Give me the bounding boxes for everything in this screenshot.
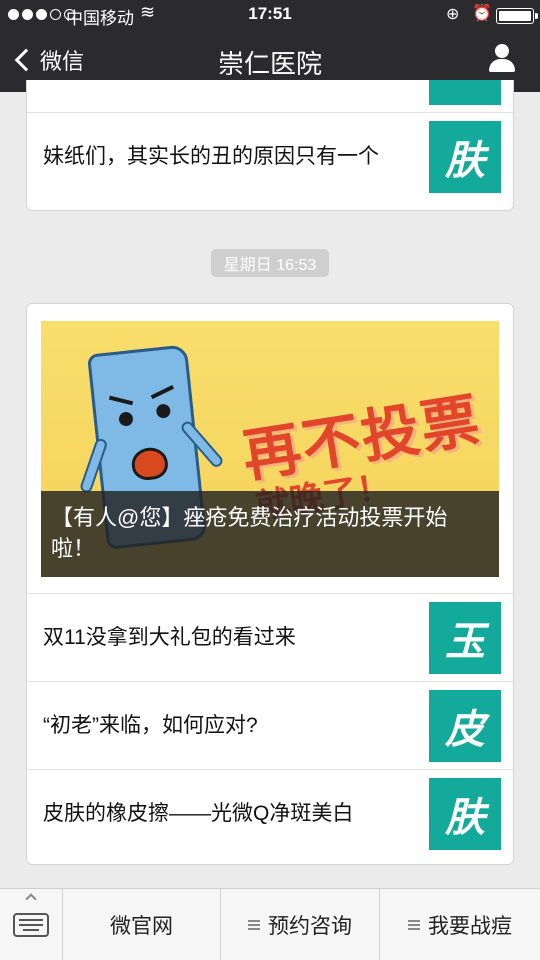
article-card: 再不投票 就晚了！ 【有人@您】痤疮免费治疗活动投票开始啦！ 双11没拿到大礼包… (26, 303, 514, 865)
article-thumbnail: 皮 (429, 690, 501, 762)
article-thumbnail (429, 80, 501, 105)
menu-item-label: 预约咨询 (268, 915, 352, 938)
keyboard-toggle-button[interactable] (0, 889, 63, 960)
keyboard-icon (13, 913, 49, 937)
article-card: 妹纸们，其实长的丑的原因只有一个 肤 (26, 80, 514, 211)
menu-item-label: 微官网 (110, 915, 173, 938)
list-item[interactable]: “初老”来临，如何应对? 皮 (27, 681, 513, 769)
page-title: 崇仁医院 (217, 49, 322, 79)
submenu-icon (408, 920, 420, 930)
article-title: 妹纸们，其实长的丑的原因只有一个 (43, 145, 379, 168)
bottom-menu-bar: 微官网 预约咨询 我要战痘 (0, 888, 540, 960)
menu-item-appointment[interactable]: 预约咨询 (221, 889, 380, 960)
article-title: “初老”来临，如何应对? (43, 714, 258, 737)
rotation-lock-icon: ⊕ (446, 6, 460, 23)
article-thumbnail: 肤 (429, 778, 501, 850)
article-thumbnail: 玉 (429, 602, 501, 674)
menu-item-fight-acne[interactable]: 我要战痘 (380, 889, 540, 960)
menu-item-label: 我要战痘 (428, 915, 512, 938)
article-title: 双11没拿到大礼包的看过来 (43, 626, 296, 649)
chevron-up-icon (25, 893, 37, 905)
submenu-icon (248, 920, 260, 930)
timestamp-pill: 星期日 16:53 (211, 249, 329, 277)
list-item[interactable] (27, 80, 513, 112)
article-thumbnail: 肤 (429, 121, 501, 193)
person-icon (495, 44, 509, 58)
top-bar: 中国移动 ≋ 17:51 ⊕ ⏰ 微信 崇仁医院 (0, 0, 540, 92)
list-item[interactable]: 皮肤的橡皮擦——光微Q净斑美白 肤 (27, 769, 513, 857)
status-bar: 中国移动 ≋ 17:51 ⊕ ⏰ (0, 0, 540, 30)
article-title: 皮肤的橡皮擦——光微Q净斑美白 (43, 802, 354, 825)
battery-icon (496, 8, 538, 24)
menu-item-micro-site[interactable]: 微官网 (63, 889, 221, 960)
list-item[interactable]: 妹纸们，其实长的丑的原因只有一个 肤 (27, 112, 513, 200)
profile-button[interactable] (488, 44, 516, 74)
featured-article[interactable]: 再不投票 就晚了！ 【有人@您】痤疮免费治疗活动投票开始啦！ (41, 321, 499, 577)
featured-article-title: 【有人@您】痤疮免费治疗活动投票开始啦！ (41, 491, 499, 577)
alarm-icon: ⏰ (472, 5, 492, 22)
list-item[interactable]: 双11没拿到大礼包的看过来 玉 (27, 593, 513, 681)
